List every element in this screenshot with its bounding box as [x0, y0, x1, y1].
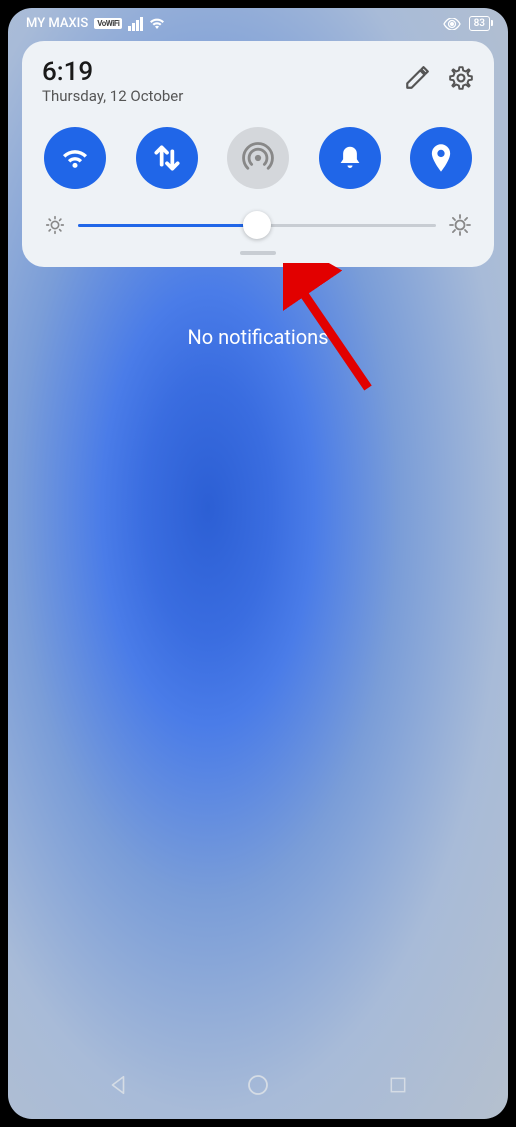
home-button[interactable] — [234, 1061, 282, 1109]
brightness-low-icon — [44, 214, 66, 236]
wifi-tile[interactable] — [44, 127, 106, 189]
navigation-bar — [8, 1061, 508, 1109]
brightness-thumb[interactable] — [243, 211, 271, 239]
dnd-tile[interactable] — [319, 127, 381, 189]
wifi-icon — [58, 141, 92, 175]
edit-button[interactable] — [404, 65, 430, 91]
back-button[interactable] — [94, 1061, 142, 1109]
recents-button[interactable] — [374, 1061, 422, 1109]
hotspot-icon — [241, 141, 275, 175]
vowifi-badge: VoWiFi — [94, 18, 122, 29]
no-notifications-label: No notifications — [8, 325, 508, 349]
hotspot-tile[interactable] — [227, 127, 289, 189]
panel-time: 6:19 — [42, 59, 404, 85]
quick-settings-panel: 6:19 Thursday, 12 October — [22, 41, 494, 267]
data-arrows-icon — [151, 142, 183, 174]
panel-date: Thursday, 12 October — [42, 87, 404, 105]
brightness-slider[interactable] — [78, 224, 436, 227]
location-icon — [427, 142, 455, 174]
eye-icon — [443, 18, 461, 30]
battery-indicator: 83 — [469, 16, 490, 31]
brightness-high-icon — [448, 213, 472, 237]
expand-handle[interactable] — [240, 251, 276, 255]
status-bar: MY MAXIS VoWiFi 83 — [8, 8, 508, 35]
signal-icon — [128, 17, 143, 31]
settings-button[interactable] — [448, 65, 474, 91]
wifi-icon — [149, 17, 165, 30]
carrier-label: MY MAXIS — [26, 16, 88, 31]
mobile-data-tile[interactable] — [136, 127, 198, 189]
location-tile[interactable] — [410, 127, 472, 189]
bell-icon — [335, 143, 365, 173]
